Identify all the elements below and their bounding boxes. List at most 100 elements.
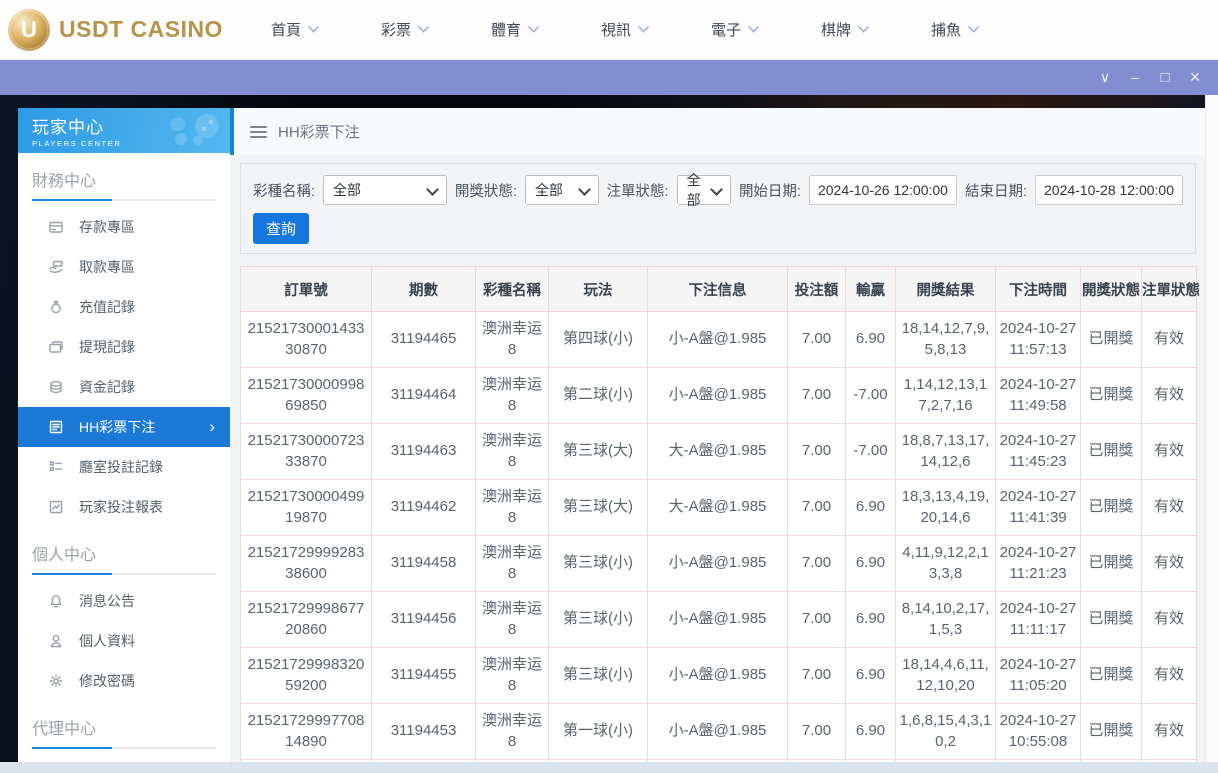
sidebar-item-profile[interactable]: 個人資料	[18, 621, 230, 661]
hall-icon	[48, 459, 64, 475]
nav-item-label: 視訊	[601, 19, 631, 40]
column-header: 輸贏	[846, 267, 896, 312]
table-cell: 2152172999867720860	[241, 592, 372, 648]
table-cell: 6.90	[846, 592, 896, 648]
order-status-select-label: 注單狀態:	[607, 180, 669, 201]
chevron-down-icon	[426, 183, 439, 196]
table-cell: 澳洲幸运8	[476, 480, 549, 536]
nav-item-sports[interactable]: 體育	[491, 19, 539, 40]
minimize-icon[interactable]: –	[1120, 60, 1150, 95]
nav-item-electronic[interactable]: 電子	[711, 19, 759, 40]
nav-item-live-video[interactable]: 視訊	[601, 19, 649, 40]
table-cell: 第三球(大)	[549, 424, 648, 480]
start-date-input[interactable]	[809, 175, 957, 205]
brand-logo[interactable]: U USDT CASINO	[8, 9, 223, 51]
table-cell: 2024-10-27 11:49:58	[996, 368, 1081, 424]
table-cell: 有效	[1142, 592, 1197, 648]
sidebar-item-recharge-record[interactable]: 充值記錄	[18, 287, 230, 327]
close-icon[interactable]: ×	[1180, 60, 1210, 95]
chevron-down-icon	[748, 26, 759, 33]
table-cell: 2152173000049919870	[241, 480, 372, 536]
chevron-down-icon	[578, 183, 591, 196]
dropdown-chevron-icon[interactable]: ∨	[1090, 60, 1120, 95]
sidebar-item-announcements[interactable]: 消息公告	[18, 581, 230, 621]
table-cell: 有效	[1142, 704, 1197, 760]
top-nav: 首頁 彩票 體育 視訊 電子 棋牌 捕魚	[271, 19, 979, 40]
column-header: 投注額	[788, 267, 846, 312]
lottery-select[interactable]: 全部	[323, 175, 447, 205]
sidebar-item-funds-record[interactable]: 資金記錄	[18, 367, 230, 407]
recharge-icon	[48, 299, 64, 315]
table-cell: 31194456	[372, 592, 476, 648]
players-center-header: 玩家中心 PLAYERS CENTER	[18, 108, 230, 153]
draw-status-select-label: 開獎狀態:	[455, 180, 517, 201]
sidebar-item-label: 玩家投注報表	[79, 497, 163, 517]
table-cell: -7.00	[846, 424, 896, 480]
table-cell: 31194462	[372, 480, 476, 536]
sidebar-section-title: 個人中心	[32, 541, 216, 565]
table-cell: 第三球(小)	[549, 592, 648, 648]
table-cell: 31194453	[372, 704, 476, 760]
column-header: 彩種名稱	[476, 267, 549, 312]
table-cell: 6.90	[846, 312, 896, 368]
nav-item-home[interactable]: 首頁	[271, 19, 319, 40]
end-date-input[interactable]	[1035, 175, 1183, 205]
table-cell: 7.00	[788, 312, 846, 368]
sidebar-item-label: 消息公告	[79, 591, 135, 611]
window-controls: ∨ – □ ×	[1090, 60, 1210, 95]
sidebar-item-label: 存款專區	[79, 217, 135, 237]
table-cell: 7.00	[788, 424, 846, 480]
table-row: 215217299986772086031194456澳洲幸运8第三球(小)小-…	[241, 592, 1197, 648]
sidebar-item-player-bet-report[interactable]: 玩家投注報表	[18, 487, 230, 527]
table-cell: 1,14,12,13,17,2,7,16	[896, 368, 996, 424]
report-icon	[48, 499, 64, 515]
lottery-icon	[48, 419, 64, 435]
vertical-scrollbar[interactable]	[1205, 95, 1218, 762]
draw-status-select[interactable]: 全部	[525, 175, 599, 205]
maximize-icon[interactable]: □	[1150, 60, 1180, 95]
order-status-select[interactable]: 全部	[677, 175, 731, 205]
table-cell: 已開獎	[1081, 704, 1142, 760]
search-button[interactable]: 查詢	[253, 213, 309, 244]
table-cell: 澳洲幸运8	[476, 368, 549, 424]
table-cell: 2024-10-27 11:57:13	[996, 312, 1081, 368]
table-row: 215217299983205920031194455澳洲幸运8第三球(小)小-…	[241, 648, 1197, 704]
table-cell: 已開獎	[1081, 480, 1142, 536]
table-cell: 小-A盤@1.985	[648, 368, 788, 424]
nav-item-chess[interactable]: 棋牌	[821, 19, 869, 40]
nav-item-fishing[interactable]: 捕魚	[931, 19, 979, 40]
menu-icon[interactable]	[250, 126, 267, 138]
sidebar-item-hall-bet-record[interactable]: 廳室投註記錄	[18, 447, 230, 487]
table-cell: 小-A盤@1.985	[648, 648, 788, 704]
chevron-down-icon	[418, 26, 429, 33]
sidebar-item-deposit[interactable]: 存款專區	[18, 207, 230, 247]
table-cell: 澳洲幸运8	[476, 648, 549, 704]
table-row: 215217300014333087031194465澳洲幸运8第四球(小)小-…	[241, 312, 1197, 368]
site-header: U USDT CASINO 首頁 彩票 體育 視訊 電子 棋牌 捕魚	[0, 0, 1218, 60]
table-cell: 7.00	[788, 536, 846, 592]
sidebar-section-title: 代理中心	[32, 715, 216, 739]
horizontal-scrollbar[interactable]	[0, 762, 1218, 773]
table-cell: 第三球(大)	[549, 480, 648, 536]
nav-item-lottery[interactable]: 彩票	[381, 19, 429, 40]
table-cell: 2024-10-27 11:21:23	[996, 536, 1081, 592]
sidebar-item-hh-lottery-bets[interactable]: HH彩票下注	[18, 407, 230, 447]
sidebar-item-label: 提現記錄	[79, 337, 135, 357]
nav-item-label: 捕魚	[931, 19, 961, 40]
chevron-down-icon	[308, 26, 319, 33]
table-cell: 第四球(小)	[549, 312, 648, 368]
table-cell: 有效	[1142, 536, 1197, 592]
sidebar-menu: 消息公告個人資料修改密碼	[18, 581, 230, 701]
sidebar-item-agent-rules[interactable]: 代理規則說明	[18, 755, 230, 762]
section-underline	[32, 573, 216, 575]
sidebar-item-withdraw[interactable]: 取款專區	[18, 247, 230, 287]
order-status-select-value: 全部	[687, 170, 708, 210]
sidebar-item-change-password[interactable]: 修改密碼	[18, 661, 230, 701]
sidebar-item-cashout-record[interactable]: 提現記錄	[18, 327, 230, 367]
breadcrumb: HH彩票下注	[230, 108, 1205, 155]
sidebar-menu: 存款專區取款專區充值記錄提現記錄資金記錄HH彩票下注廳室投註記錄玩家投注報表	[18, 207, 230, 527]
bell-icon	[48, 593, 64, 609]
table-cell: 有效	[1142, 312, 1197, 368]
table-cell: 第三球(小)	[549, 648, 648, 704]
table-cell: 18,8,7,13,17,14,12,6	[896, 424, 996, 480]
